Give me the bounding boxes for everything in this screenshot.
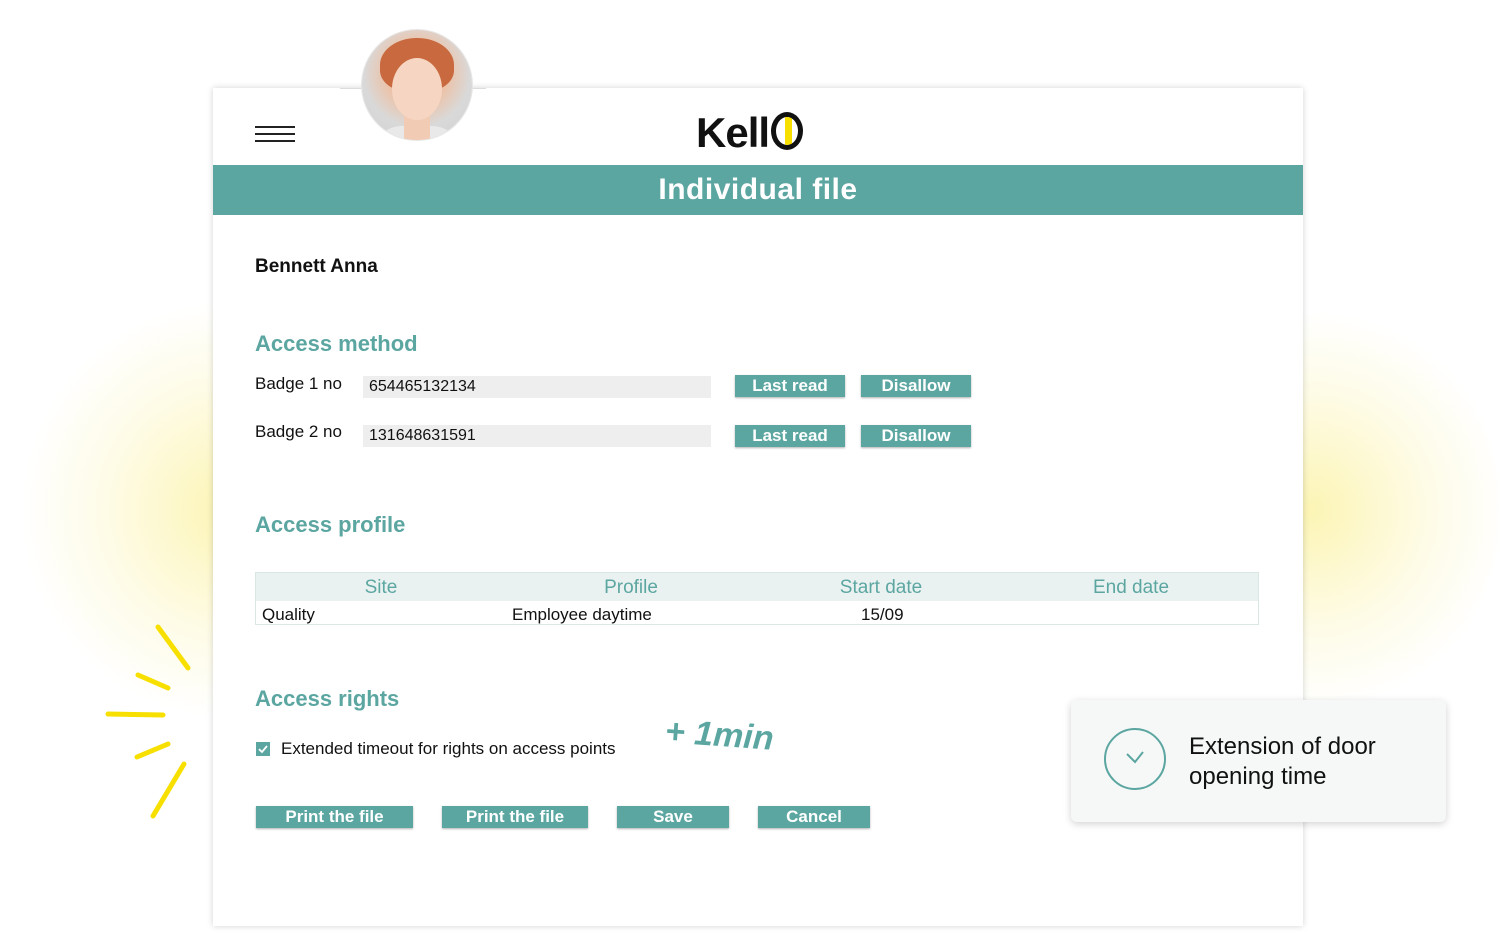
ray-left-3: [105, 711, 166, 718]
extended-timeout-label: Extended timeout for rights on access po…: [281, 739, 616, 758]
table-header: Site Profile Start date End date: [256, 573, 1258, 601]
access-rights-title: Access rights: [255, 686, 400, 711]
column-header-profile: Profile: [604, 577, 658, 598]
extension-toast: Extension of door opening time: [1071, 700, 1446, 822]
avatar-connector-left: [340, 88, 362, 89]
print-file-button-1[interactable]: Print the file: [256, 806, 413, 828]
badge-2-disallow-button[interactable]: Disallow: [861, 425, 971, 447]
ray-left-1: [155, 624, 191, 671]
badge-1-input[interactable]: 654465132134: [363, 376, 711, 398]
page-title: Individual file: [658, 173, 858, 206]
badge-1-label: Badge 1 no: [255, 374, 342, 393]
check-circle-icon: [1104, 728, 1166, 790]
kelio-logo: Kell: [696, 108, 804, 158]
badge-2-input[interactable]: 131648631591: [363, 425, 711, 447]
header-bar: Individual file: [213, 165, 1303, 215]
print-file-button-2[interactable]: Print the file: [442, 806, 588, 828]
badge-2-label: Badge 2 no: [255, 422, 342, 441]
badge-1-disallow-button[interactable]: Disallow: [861, 375, 971, 397]
save-button[interactable]: Save: [617, 806, 729, 828]
badge-2-last-read-button[interactable]: Last read: [735, 425, 845, 447]
employee-name: Bennett Anna: [255, 256, 378, 277]
toast-message: Extension of door opening time: [1189, 733, 1376, 790]
avatar-connector-right: [472, 88, 486, 89]
access-profile-table: Site Profile Start date End date Quality…: [255, 572, 1259, 625]
column-header-start-date: Start date: [839, 577, 923, 598]
ray-left-5: [150, 761, 187, 819]
plus-one-minute-annotation: + 1min: [663, 712, 775, 758]
hamburger-menu-icon[interactable]: [255, 126, 295, 144]
cell-start-date: 15/09: [861, 605, 904, 624]
badge-1-last-read-button[interactable]: Last read: [735, 375, 845, 397]
logo-text: Kell: [696, 109, 770, 156]
ray-left-4: [134, 741, 171, 760]
logo-o-mark: [771, 112, 804, 150]
ray-left-2: [135, 672, 171, 691]
cell-site: Quality: [262, 605, 315, 624]
cell-profile: Employee daytime: [512, 605, 652, 624]
cancel-button[interactable]: Cancel: [758, 806, 870, 828]
extended-timeout-checkbox[interactable]: [256, 742, 270, 756]
column-header-end-date: End date: [1092, 577, 1170, 598]
access-method-title: Access method: [255, 331, 418, 356]
access-profile-title: Access profile: [255, 512, 406, 537]
avatar: [362, 30, 472, 140]
column-header-site: Site: [364, 577, 398, 598]
